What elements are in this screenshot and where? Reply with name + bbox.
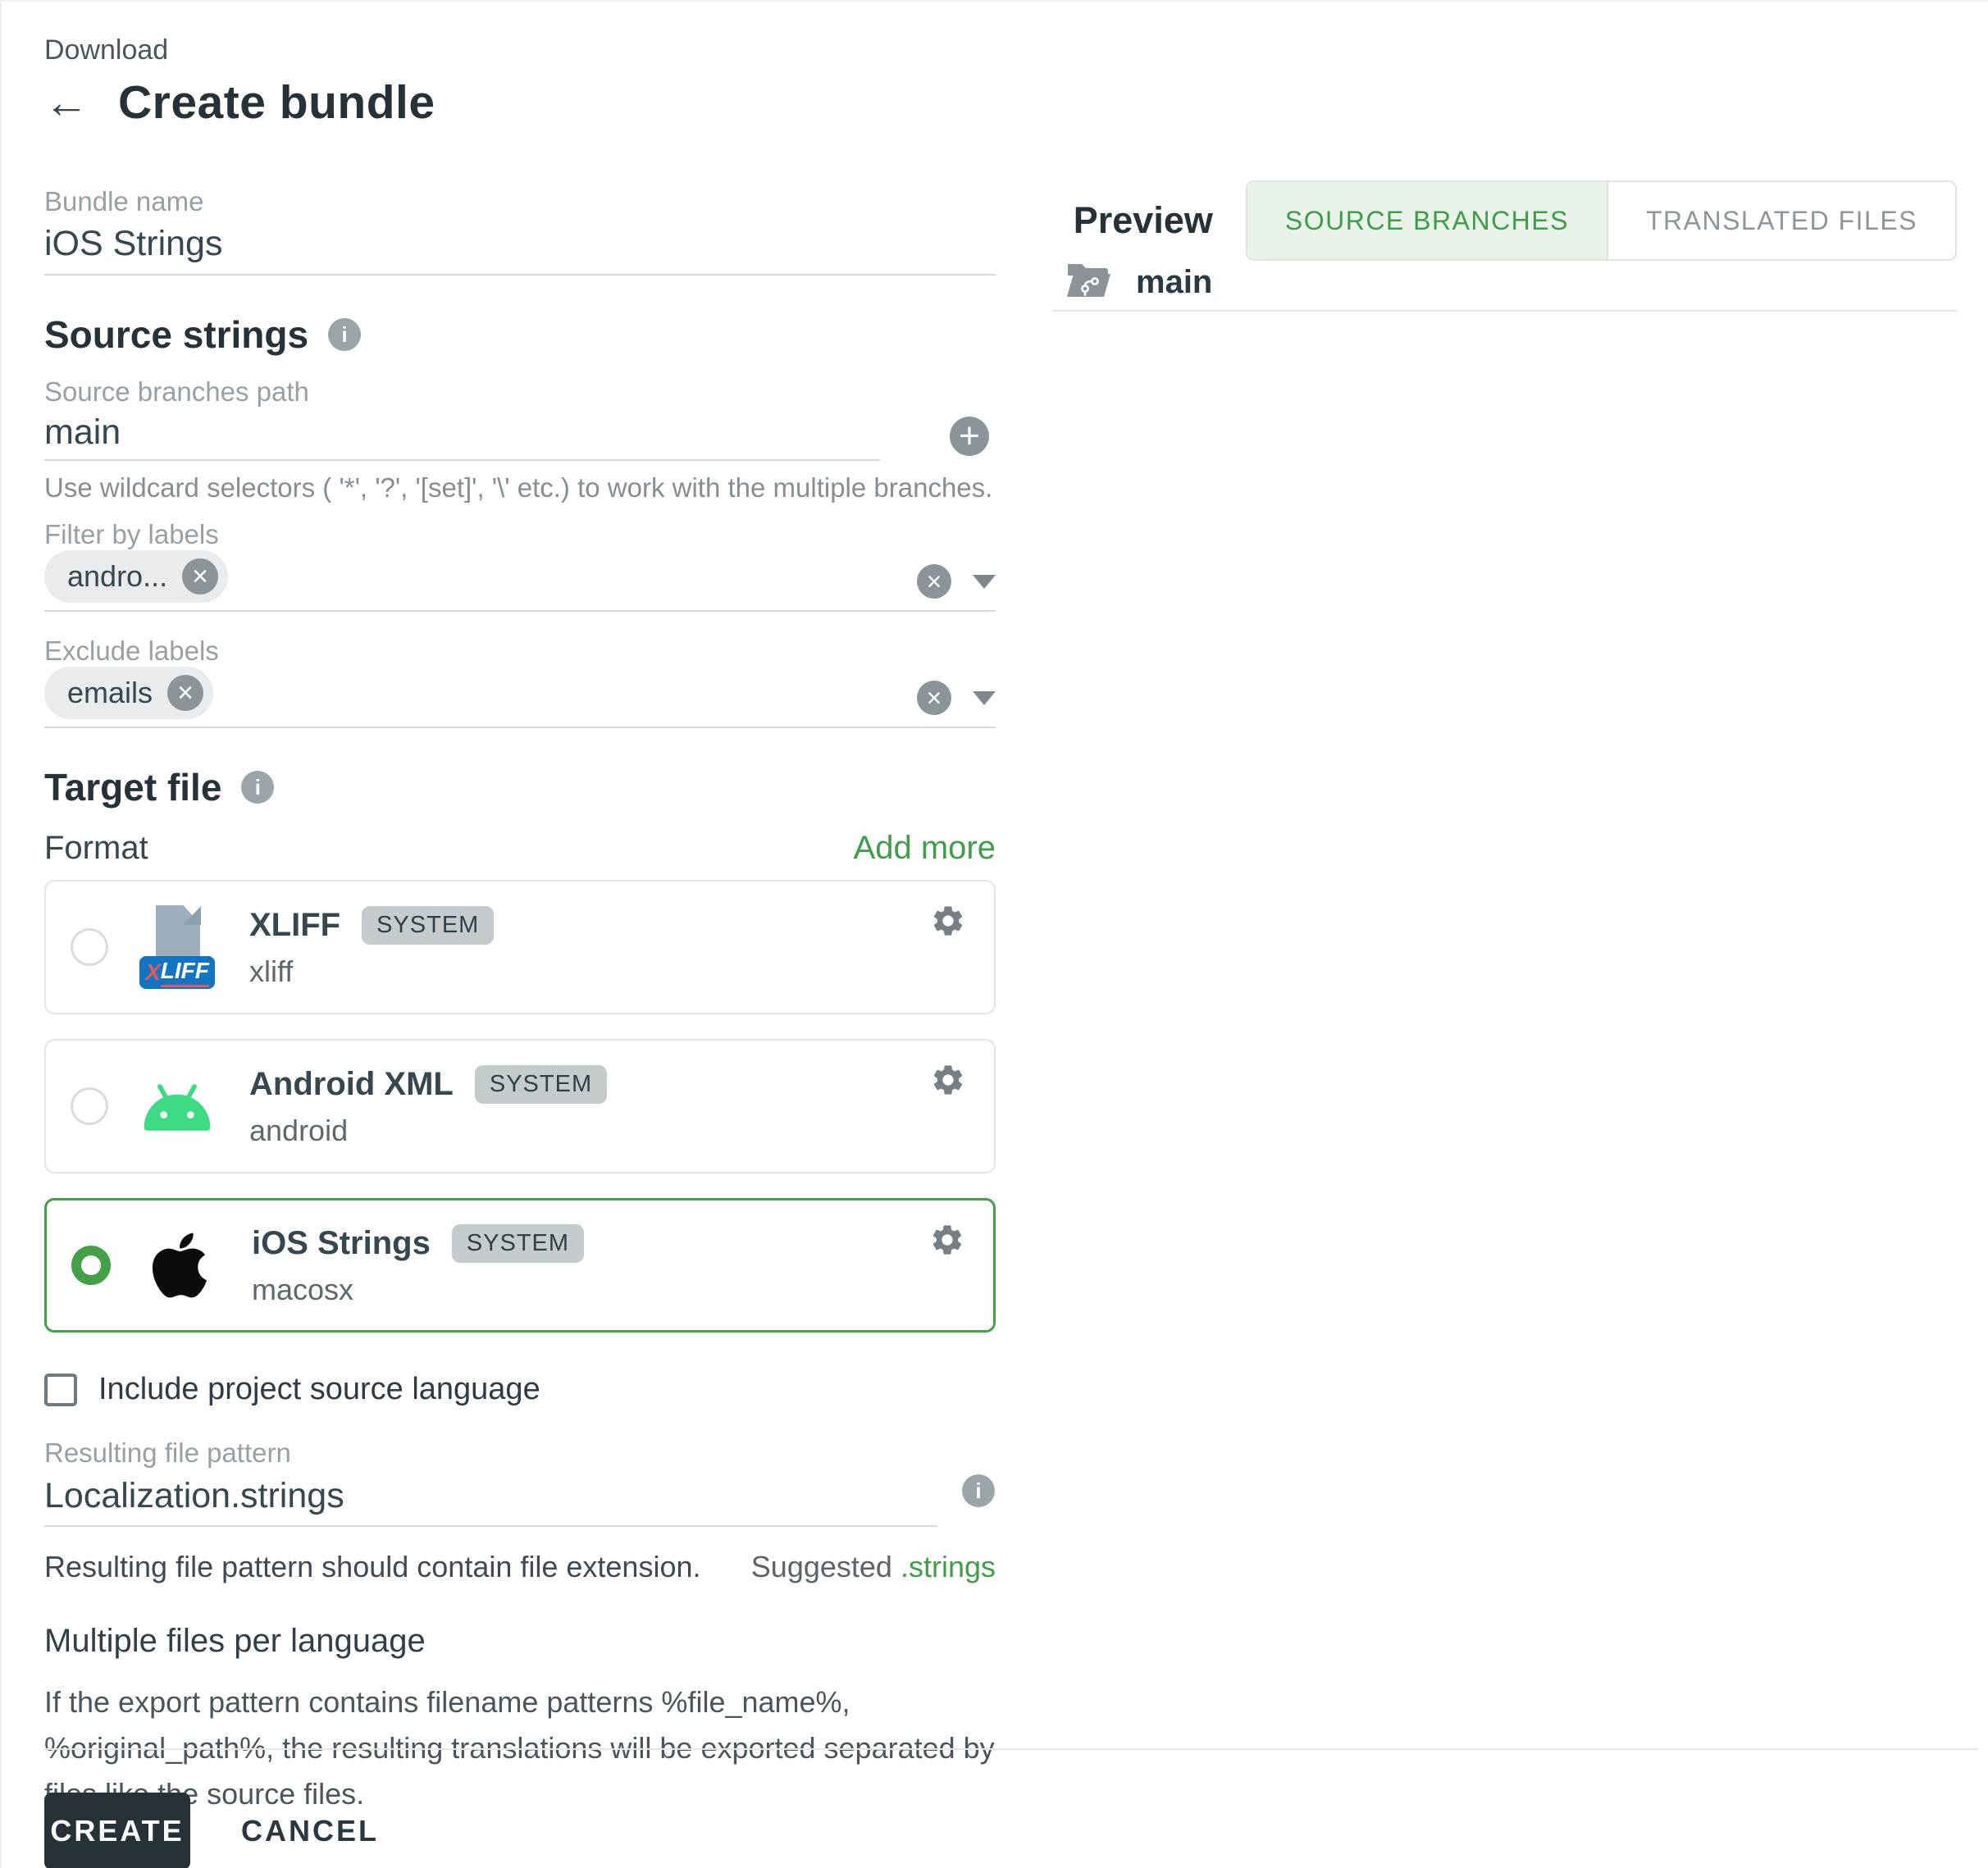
preview-header: Preview SOURCE BRANCHES TRANSLATED FILES bbox=[1074, 180, 1957, 261]
apple-icon bbox=[130, 1228, 229, 1302]
tab-source-branches[interactable]: SOURCE BRANCHES bbox=[1247, 182, 1607, 259]
suggested-value[interactable]: .strings bbox=[901, 1550, 996, 1583]
resulting-pattern-field: Resulting file pattern Localization.stri… bbox=[44, 1437, 996, 1527]
include-source-language-checkbox[interactable] bbox=[44, 1374, 77, 1406]
target-file-heading: Target file bbox=[44, 764, 221, 810]
filter-labels-field: Filter by labels andro... × × bbox=[44, 518, 996, 612]
format-radio[interactable] bbox=[71, 928, 108, 966]
dropdown-caret-icon[interactable] bbox=[973, 575, 996, 589]
chip-label: andro... bbox=[67, 559, 167, 594]
source-branches-label: Source branches path bbox=[44, 376, 996, 408]
source-branches-input-wrap: main bbox=[44, 413, 880, 461]
info-icon[interactable]: i bbox=[241, 771, 274, 804]
branch-folder-icon bbox=[1065, 261, 1113, 304]
preview-tabs: SOURCE BRANCHES TRANSLATED FILES bbox=[1246, 180, 1957, 261]
target-file-section-head: Target file i bbox=[44, 764, 996, 810]
format-card-android[interactable]: Android XML SYSTEM android bbox=[44, 1039, 996, 1173]
pattern-helper-text: Resulting file pattern should contain fi… bbox=[44, 1550, 701, 1584]
format-card-text: Android XML SYSTEM android bbox=[249, 1065, 607, 1148]
page-title: Create bundle bbox=[118, 74, 435, 131]
field-right-icons: × bbox=[917, 681, 996, 715]
format-card-text: iOS Strings SYSTEM macosx bbox=[252, 1224, 584, 1307]
filter-labels-label: Filter by labels bbox=[44, 518, 996, 551]
system-badge: SYSTEM bbox=[452, 1224, 584, 1263]
format-title: iOS Strings bbox=[252, 1225, 431, 1262]
gear-icon[interactable] bbox=[930, 903, 966, 943]
wildcard-helper-text: Use wildcard selectors ( '*', '?', '[set… bbox=[44, 471, 996, 505]
format-label: Format bbox=[44, 830, 148, 867]
create-button[interactable]: CREATE bbox=[44, 1793, 190, 1868]
format-radio[interactable] bbox=[71, 1087, 108, 1125]
dropdown-caret-icon[interactable] bbox=[973, 691, 996, 705]
multiple-files-heading: Multiple files per language bbox=[44, 1620, 996, 1661]
bundle-name-input[interactable]: iOS Strings bbox=[44, 225, 996, 276]
suggested-extension: Suggested .strings bbox=[751, 1550, 996, 1584]
pattern-helper-row: Resulting file pattern should contain fi… bbox=[44, 1550, 996, 1584]
resulting-pattern-input[interactable]: Localization.strings bbox=[44, 1476, 937, 1525]
clear-field-icon[interactable]: × bbox=[917, 681, 951, 715]
source-strings-section-head: Source strings i bbox=[44, 312, 996, 358]
bundle-name-field: Bundle name iOS Strings bbox=[44, 185, 996, 276]
preview-label: Preview bbox=[1074, 199, 1213, 242]
format-subtitle: macosx bbox=[252, 1273, 584, 1307]
source-branches-input[interactable]: main bbox=[44, 413, 880, 459]
source-branches-field: Source branches path main + bbox=[44, 376, 996, 461]
footer-divider bbox=[44, 1748, 1978, 1750]
format-card-ios[interactable]: iOS Strings SYSTEM macosx bbox=[44, 1198, 996, 1333]
branch-name: main bbox=[1136, 264, 1212, 301]
info-icon[interactable]: i bbox=[962, 1474, 995, 1507]
format-card-text: XLIFF SYSTEM xliff bbox=[249, 906, 494, 989]
resulting-pattern-label: Resulting file pattern bbox=[44, 1437, 996, 1469]
exclude-labels-label: Exclude labels bbox=[44, 635, 996, 667]
gear-icon[interactable] bbox=[929, 1222, 965, 1262]
format-card-xliff[interactable]: XLIFF XLIFF SYSTEM xliff bbox=[44, 880, 996, 1014]
format-subtitle: android bbox=[249, 1114, 607, 1148]
create-bundle-page: Download ← Create bundle Bundle name iOS… bbox=[0, 0, 1988, 1868]
tab-translated-files[interactable]: TRANSLATED FILES bbox=[1607, 182, 1955, 259]
remove-chip-icon[interactable]: × bbox=[167, 675, 203, 711]
form-actions: CREATE CANCEL bbox=[44, 1793, 402, 1868]
cancel-button[interactable]: CANCEL bbox=[218, 1797, 402, 1865]
back-arrow-icon[interactable]: ← bbox=[44, 74, 89, 131]
label-chip[interactable]: emails × bbox=[44, 667, 213, 719]
add-branch-button[interactable]: + bbox=[950, 417, 989, 456]
format-title: Android XML bbox=[249, 1066, 454, 1103]
bundle-form: Download ← Create bundle Bundle name iOS… bbox=[44, 2, 996, 1817]
format-radio-selected[interactable] bbox=[71, 1246, 111, 1285]
format-header-row: Format Add more bbox=[44, 830, 996, 867]
format-title: XLIFF bbox=[249, 907, 340, 944]
gear-icon[interactable] bbox=[930, 1062, 966, 1102]
resulting-pattern-input-wrap: Localization.strings bbox=[44, 1469, 937, 1527]
clear-field-icon[interactable]: × bbox=[917, 564, 951, 599]
format-subtitle: xliff bbox=[249, 955, 494, 989]
field-right-icons: × bbox=[917, 564, 996, 599]
bundle-name-label: Bundle name bbox=[44, 185, 996, 218]
chip-label: emails bbox=[67, 676, 153, 710]
title-row: ← Create bundle bbox=[44, 74, 996, 131]
label-chip[interactable]: andro... × bbox=[44, 550, 228, 603]
exclude-labels-input[interactable]: emails × × bbox=[44, 667, 996, 728]
source-strings-heading: Source strings bbox=[44, 312, 308, 358]
system-badge: SYSTEM bbox=[362, 906, 494, 945]
android-icon bbox=[128, 1080, 226, 1132]
remove-chip-icon[interactable]: × bbox=[182, 558, 218, 595]
info-icon[interactable]: i bbox=[328, 318, 361, 351]
include-source-language-row: Include project source language bbox=[44, 1372, 996, 1407]
suggested-label: Suggested bbox=[751, 1550, 892, 1583]
plus-icon: + bbox=[959, 418, 980, 454]
xliff-file-icon: XLIFF bbox=[128, 905, 226, 989]
include-source-language-label: Include project source language bbox=[98, 1372, 540, 1407]
exclude-labels-field: Exclude labels emails × × bbox=[44, 635, 996, 728]
breadcrumb[interactable]: Download bbox=[44, 33, 996, 67]
branch-tree-row[interactable]: main bbox=[1052, 254, 1957, 312]
filter-labels-input[interactable]: andro... × × bbox=[44, 551, 996, 612]
add-more-link[interactable]: Add more bbox=[854, 830, 996, 867]
system-badge: SYSTEM bbox=[475, 1065, 607, 1104]
